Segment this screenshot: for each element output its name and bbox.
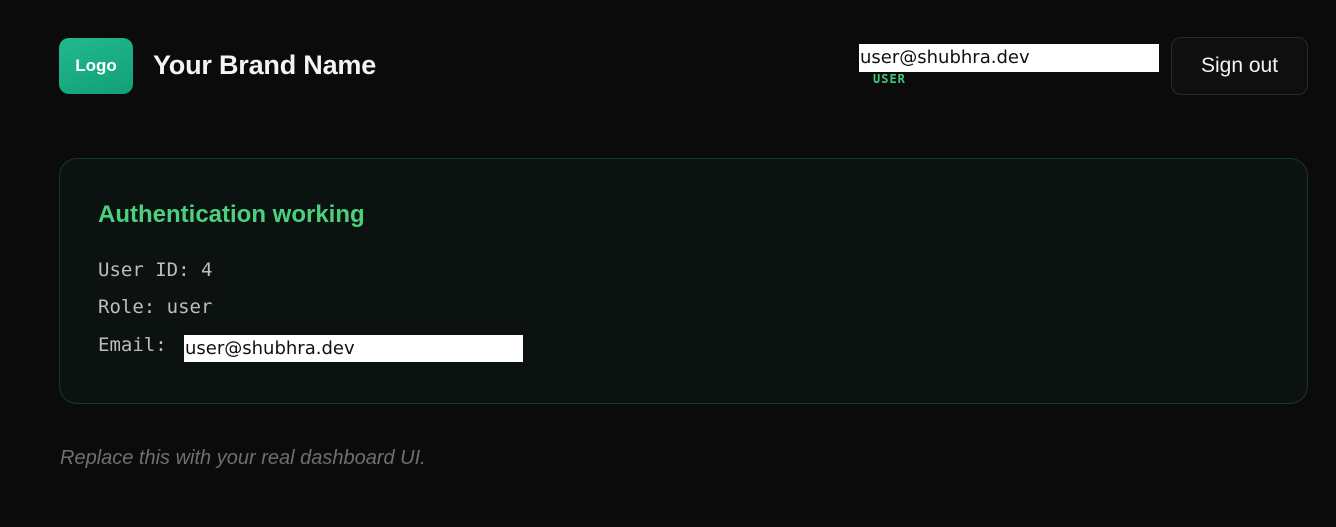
user-id-line: User ID: 4 xyxy=(98,259,213,281)
card-title: Authentication working xyxy=(98,201,365,228)
email-value: user@shubhra.dev xyxy=(184,335,523,362)
email-label: Email: xyxy=(98,334,167,356)
sign-out-label: Sign out xyxy=(1200,54,1279,77)
role-line: Role: user xyxy=(98,296,213,318)
header-user-email: user@shubhra.dev xyxy=(859,44,1159,72)
auth-status-card: Authentication working User ID: 4 Role: … xyxy=(59,158,1308,404)
logo-text: Logo xyxy=(75,56,117,75)
sign-out-button[interactable]: Sign out xyxy=(1171,37,1308,95)
header-user-role: USER xyxy=(873,72,906,86)
dashboard-page: Logo Your Brand Name user@shubhra.dev US… xyxy=(0,0,1336,527)
placeholder-footnote: Replace this with your real dashboard UI… xyxy=(60,447,426,469)
brand-name: Your Brand Name xyxy=(153,50,377,80)
logo-badge[interactable]: Logo xyxy=(59,38,133,94)
